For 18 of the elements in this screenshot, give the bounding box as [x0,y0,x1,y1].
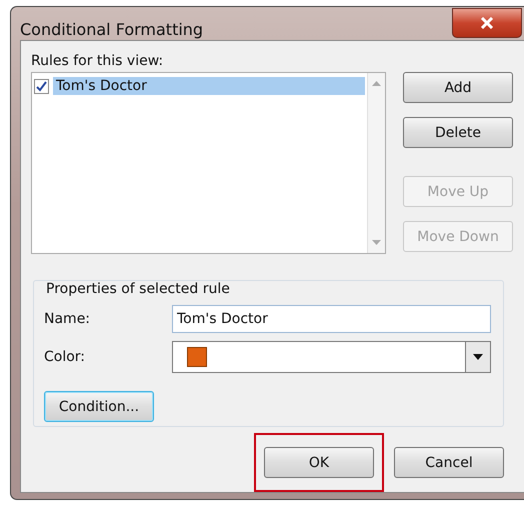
dialog-button[interactable]: Cancel [394,447,504,478]
close-button[interactable] [452,8,522,38]
group-title: Properties of selected rule [44,281,232,297]
rule-action-button[interactable]: Add [403,72,513,103]
rule-item[interactable]: Tom's Doctor [53,77,365,95]
rule-action-button[interactable]: Delete [403,117,513,148]
close-icon [480,17,494,29]
color-dropdown[interactable] [172,341,491,373]
name-label: Name: [44,311,92,327]
window-title: Conditional Formatting [20,20,204,39]
checkbox[interactable] [34,78,49,94]
caret-icon [473,354,483,360]
dropdown-button[interactable] [465,342,490,372]
dialog-button[interactable]: OK [264,447,374,478]
name-field[interactable]: Tom's Doctor [172,305,491,333]
rules-label: Rules for this view: [31,53,164,69]
condition-button[interactable]: Condition... [44,391,154,422]
color-label: Color: [44,349,86,365]
